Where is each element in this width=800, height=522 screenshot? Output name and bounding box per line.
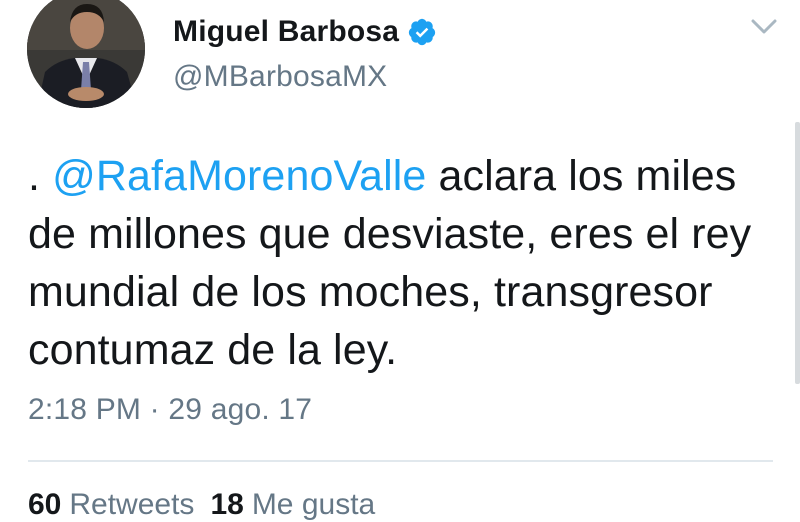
name-row: Miguel Barbosa [173,12,437,52]
tweet-text: . @RafaMorenoValle aclara los miles de m… [28,147,788,379]
tweet-timestamp[interactable]: 2:18 PM · 29 ago. 17 [28,393,312,427]
user-handle[interactable]: @MBarbosaMX [173,60,437,94]
divider [28,460,773,462]
chevron-down-icon[interactable] [748,10,780,42]
scrollbar[interactable] [795,122,800,384]
tweet-stats: 60 Retweets 18 Me gusta [28,488,391,522]
verified-badge-icon [407,17,437,47]
author-block: Miguel Barbosa @MBarbosaMX [173,12,437,94]
tweet-card: Miguel Barbosa @MBarbosaMX . @RafaMoreno… [0,0,800,521]
mention-link[interactable]: @RafaMorenoValle [52,152,426,200]
display-name[interactable]: Miguel Barbosa [173,15,399,49]
tweet-prefix: . [28,152,53,200]
avatar[interactable] [27,0,145,108]
profile-photo-icon [27,0,145,108]
